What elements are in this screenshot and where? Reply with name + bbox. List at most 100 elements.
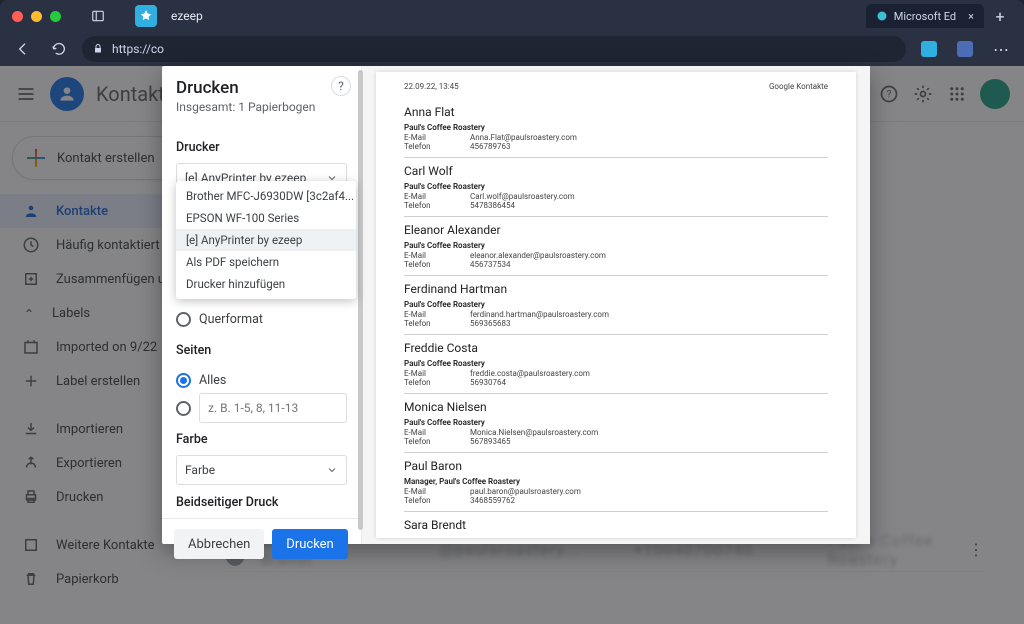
preview-contact: Freddie Costa Paul's Coffee RoasteryE-Mai… xyxy=(404,335,828,394)
printer-option[interactable]: EPSON WF-100 Series xyxy=(176,207,356,229)
preview-contact: Anna FlatPaul's Coffee RoasteryE-MailAnn… xyxy=(404,99,828,158)
preview-contact-company: Paul's Coffee Roastery xyxy=(404,418,828,427)
preview-contact-name: Anna Flat xyxy=(404,105,828,119)
landscape-option[interactable]: Querformat xyxy=(176,305,347,333)
radio-icon xyxy=(176,373,191,388)
pages-label: Seiten xyxy=(176,343,347,358)
address-bar[interactable]: https://co xyxy=(82,36,906,62)
radio-icon xyxy=(176,401,191,416)
minimize-window-button[interactable] xyxy=(31,11,42,22)
overflow-button[interactable]: ⋯ xyxy=(988,36,1014,62)
print-subtitle: Insgesamt: 1 Papierbogen xyxy=(176,100,347,114)
preview-contact: Paul Baron Manager, Paul's Coffee Roaster… xyxy=(404,453,828,512)
preview-phone: 456789763 xyxy=(470,142,510,151)
preview-email-label: E-Mail xyxy=(404,192,440,201)
preview-email-label: E-Mail xyxy=(404,251,440,260)
printer-label: Drucker xyxy=(176,140,347,155)
mac-titlebar: ezeep Microsoft Ed × + xyxy=(0,0,1024,32)
preview-contact: Ferdinand Hartman Paul's Coffee RoasteryE… xyxy=(404,276,828,335)
close-window-button[interactable] xyxy=(12,11,23,22)
preview-contact-company: Paul's Coffee Roastery xyxy=(404,182,828,191)
sidebar-toggle-icon[interactable] xyxy=(87,5,109,27)
ext-icon-1[interactable] xyxy=(916,36,942,62)
landscape-label: Querformat xyxy=(199,312,263,327)
print-settings-panel: Drucken Insgesamt: 1 Papierbogen ? Druck… xyxy=(162,66,362,544)
preview-email: Carl.wolf@paulsroastery.com xyxy=(470,192,575,201)
app-tab-label[interactable]: ezeep xyxy=(171,9,203,23)
color-select[interactable]: Farbe xyxy=(176,455,347,485)
preview-phone: 569365683 xyxy=(470,319,510,328)
new-tab-button[interactable]: + xyxy=(988,4,1012,28)
printer-option[interactable]: Als PDF speichern xyxy=(176,251,356,273)
preview-contact-company: Manager, Paul's Coffee Roastery xyxy=(404,477,828,486)
browser-toolbar: https://co ⋯ xyxy=(0,32,1024,66)
print-preview-panel: 22.09.22, 13:45 Google Kontakte Anna Fla… xyxy=(362,66,870,544)
preview-email: freddie.costa@paulsroastery.com xyxy=(470,369,590,378)
cancel-button[interactable]: Abbrechen xyxy=(174,529,264,559)
preview-contact-company: Paul's Coffee Roastery xyxy=(404,241,828,250)
preview-email: eleanor.alexander@paulsroastery.com xyxy=(470,251,606,260)
preview-phone-label: Telefon xyxy=(404,437,440,446)
preview-email: Monica.Nielsen@paulsroastery.com xyxy=(470,428,598,437)
preview-phone: 56930764 xyxy=(470,378,506,387)
preview-email-label: E-Mail xyxy=(404,369,440,378)
preview-contact: Eleanor Alexander Paul's Coffee RoasteryE… xyxy=(404,217,828,276)
preview-contact-name: Ferdinand Hartman xyxy=(404,282,828,296)
preview-email-label: E-Mail xyxy=(404,310,440,319)
printer-option[interactable]: [e] AnyPrinter by ezeep xyxy=(176,229,356,251)
preview-doc-title: Google Kontakte xyxy=(769,82,828,91)
refresh-button[interactable] xyxy=(46,36,72,62)
pages-all-label: Alles xyxy=(199,373,226,388)
settings-scrollbar[interactable] xyxy=(358,70,363,530)
preview-email-label: E-Mail xyxy=(404,133,440,142)
preview-email-label: E-Mail xyxy=(404,428,440,437)
preview-email: paul.baron@paulsroastery.com xyxy=(470,487,581,496)
preview-contact-name: Freddie Costa xyxy=(404,341,828,355)
pages-range-input[interactable] xyxy=(199,393,347,423)
printer-dropdown: Brother MFC-J6930DW [3c2af4... EPSON WF-… xyxy=(176,181,356,299)
back-button[interactable] xyxy=(10,36,36,62)
preview-phone: 456737534 xyxy=(470,260,510,269)
preview-phone: 567893465 xyxy=(470,437,510,446)
preview-phone-label: Telefon xyxy=(404,378,440,387)
edge-icon xyxy=(876,10,888,22)
app-tab-icon xyxy=(135,5,157,27)
help-button[interactable]: ? xyxy=(331,76,351,96)
printer-option[interactable]: Brother MFC-J6930DW [3c2af4... xyxy=(176,185,356,207)
color-label: Farbe xyxy=(176,432,347,447)
url-text: https://co xyxy=(112,42,164,56)
preview-phone-label: Telefon xyxy=(404,496,440,505)
preview-contact-name: Paul Baron xyxy=(404,459,828,473)
ext-icon-2[interactable] xyxy=(952,36,978,62)
maximize-window-button[interactable] xyxy=(50,11,61,22)
preview-contact-name: Monica Nielsen xyxy=(404,400,828,414)
lock-icon xyxy=(92,43,104,55)
browser-tab-edge[interactable]: Microsoft Ed × xyxy=(866,4,984,28)
close-tab-icon[interactable]: × xyxy=(968,10,974,23)
preview-contact-name: Eleanor Alexander xyxy=(404,223,828,237)
preview-page: 22.09.22, 13:45 Google Kontakte Anna Fla… xyxy=(376,72,856,538)
preview-phone: 5478386454 xyxy=(470,201,515,210)
preview-phone-label: Telefon xyxy=(404,260,440,269)
preview-email-label: E-Mail xyxy=(404,487,440,496)
preview-timestamp: 22.09.22, 13:45 xyxy=(404,82,459,91)
preview-phone-label: Telefon xyxy=(404,319,440,328)
radio-icon xyxy=(176,312,191,327)
preview-contact-company: Paul's Coffee Roastery xyxy=(404,300,828,309)
preview-contact: Carl Wolf Paul's Coffee RoasteryE-Mail Car… xyxy=(404,158,828,217)
preview-email: ferdinand.hartman@paulsroastery.com xyxy=(470,310,609,319)
print-button[interactable]: Drucken xyxy=(272,529,347,559)
preview-phone-label: Telefon xyxy=(404,201,440,210)
pages-range-option[interactable] xyxy=(176,394,347,422)
preview-contact-name: Carl Wolf xyxy=(404,164,828,178)
browser-tab-label: Microsoft Ed xyxy=(894,10,956,23)
print-title: Drucken xyxy=(176,78,347,98)
preview-email: Anna.Flat@paulsroastery.com xyxy=(470,133,577,142)
preview-contact-company: Paul's Coffee Roastery xyxy=(404,359,828,368)
duplex-label: Beidseitiger Druck xyxy=(176,495,347,510)
preview-phone-label: Telefon xyxy=(404,142,440,151)
preview-contact: Monica Nielsen Paul's Coffee RoasteryE-Ma… xyxy=(404,394,828,453)
preview-phone: 3468559762 xyxy=(470,496,515,505)
pages-all-option[interactable]: Alles xyxy=(176,366,347,394)
printer-option[interactable]: Drucker hinzufügen xyxy=(176,273,356,295)
